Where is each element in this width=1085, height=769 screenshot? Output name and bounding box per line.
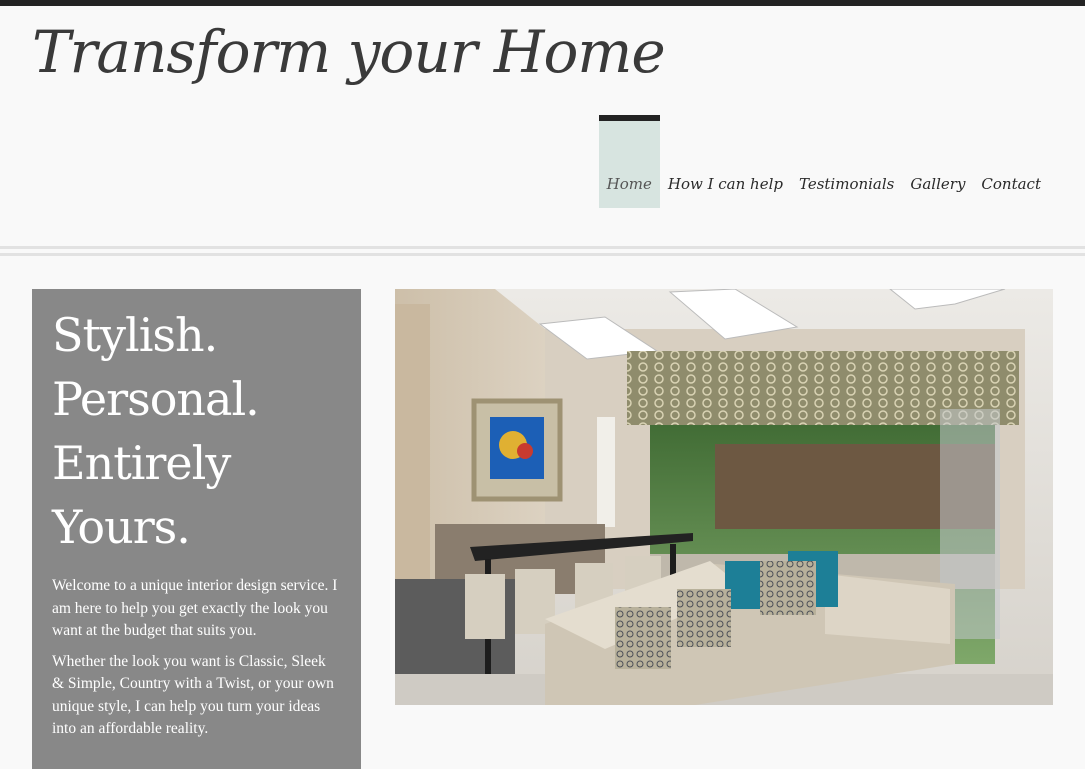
intro-paragraph: Welcome to a unique interior design serv… (52, 577, 338, 639)
nav-item-testimonials[interactable]: Testimonials (791, 115, 902, 208)
headline-line: Yours. (52, 500, 191, 554)
headline-line: Stylish. (52, 308, 218, 362)
headline-line: Entirely (52, 436, 231, 490)
top-accent-bar (0, 0, 1085, 6)
nav-item-home[interactable]: Home (598, 115, 661, 208)
header-divider (0, 246, 1085, 249)
intro-paragraph: Whether the look you want is Classic, Sl… (52, 652, 334, 738)
nav-item-how-i-can-help[interactable]: How I can help (660, 115, 791, 208)
intro-panel: Stylish. Personal. Entirely Yours. Welco… (32, 289, 361, 769)
main-nav: Home How I can help Testimonials Gallery… (598, 115, 1049, 208)
header-divider (0, 253, 1085, 256)
headline-line: Personal. (52, 372, 260, 426)
intro-headline: Stylish. Personal. Entirely Yours. (52, 303, 341, 559)
site-title[interactable]: Transform your Home (32, 18, 666, 86)
nav-item-gallery[interactable]: Gallery (902, 115, 973, 208)
nav-item-contact[interactable]: Contact (973, 115, 1049, 208)
hero-image (395, 289, 1053, 705)
